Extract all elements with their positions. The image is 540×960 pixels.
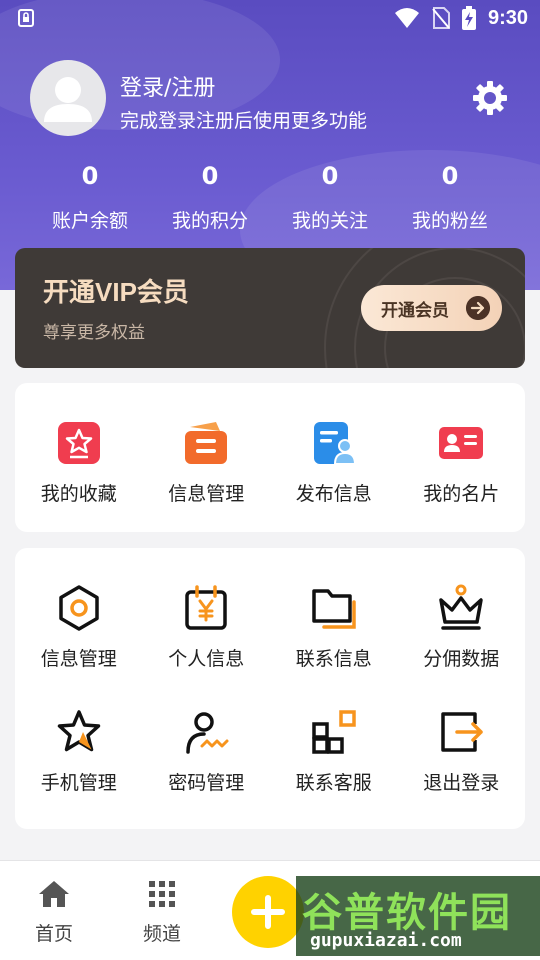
- tool-password-manage[interactable]: 密码管理: [143, 672, 271, 796]
- vip-banner[interactable]: 开通VIP会员 尊享更多权益 开通会员: [15, 248, 525, 368]
- tool-customer-service[interactable]: 联系客服: [270, 672, 398, 796]
- arrow-right-icon: [466, 296, 490, 320]
- tab-home[interactable]: 首页: [14, 879, 94, 946]
- grid-apps-icon: [312, 710, 356, 754]
- login-hint: 完成登录注册后使用更多功能: [120, 110, 368, 132]
- clock: 9:30: [487, 6, 528, 29]
- menu-label: 个人信息: [168, 648, 245, 670]
- open-vip-button[interactable]: 开通会员: [361, 285, 502, 331]
- open-vip-label: 开通会员: [381, 300, 449, 321]
- wifi-icon: [394, 8, 419, 28]
- logout-icon: [441, 712, 483, 752]
- stat-balance[interactable]: 0 账户余额: [30, 158, 150, 233]
- menu-label: 手机管理: [40, 772, 117, 794]
- menu-label: 联系客服: [295, 772, 372, 794]
- stat-label: 我的粉丝: [411, 210, 488, 232]
- gear-icon[interactable]: [470, 78, 510, 118]
- menu-my-favorites[interactable]: 我的收藏: [15, 383, 143, 506]
- lock-sim-icon: [18, 9, 34, 27]
- tab-label: 首页: [34, 923, 73, 945]
- stat-following[interactable]: 0 我的关注: [270, 158, 390, 233]
- menu-label: 退出登录: [423, 772, 500, 794]
- plus-icon: [251, 895, 285, 929]
- battery-charging-icon: [461, 6, 476, 30]
- signature-icon: [186, 712, 229, 754]
- stat-value: 0: [81, 162, 99, 190]
- crown-icon: [439, 584, 483, 630]
- tool-logout[interactable]: 退出登录: [398, 672, 526, 796]
- vip-title: 开通VIP会员: [43, 277, 189, 307]
- menu-label: 分佣数据: [423, 648, 500, 670]
- user-avatar-icon: [44, 77, 92, 122]
- watermark-overlay: 谷普软件园 gupuxiazai.com: [296, 876, 540, 956]
- menu-business-card[interactable]: 我的名片: [398, 383, 526, 506]
- avatar[interactable]: [30, 60, 106, 136]
- menu-label: 发布信息: [295, 483, 372, 505]
- profile-header: [0, 0, 540, 290]
- stat-label: 账户余额: [51, 210, 128, 232]
- quick-menu-card: 我的收藏 信息管理 发布信息 我的名片: [15, 383, 525, 532]
- home-icon: [39, 881, 69, 907]
- no-sim-icon: [432, 7, 450, 29]
- tools-menu-card: 信息管理 个人信息 联系信息 分佣数据 手机管理 密码管理 联系客服 退出登录: [15, 548, 525, 829]
- watermark-url: gupuxiazai.com: [310, 930, 462, 951]
- stat-value: 0: [201, 162, 219, 190]
- hexagon-icon: [59, 585, 99, 631]
- stat-value: 0: [321, 162, 339, 190]
- calendar-yen-icon: [185, 585, 227, 630]
- tool-phone-manage[interactable]: 手机管理: [15, 672, 143, 796]
- header-texture: [0, 0, 540, 290]
- menu-label: 密码管理: [168, 772, 245, 794]
- stats-row: 0 账户余额 0 我的积分 0 我的关注 0 我的粉丝: [0, 158, 540, 233]
- stat-points[interactable]: 0 我的积分: [150, 158, 270, 233]
- menu-label: 信息管理: [40, 648, 117, 670]
- menu-label: 我的收藏: [40, 483, 117, 505]
- stat-label: 我的积分: [171, 210, 248, 232]
- menu-publish-info[interactable]: 发布信息: [270, 383, 398, 506]
- folder-icon: [312, 589, 356, 629]
- favorite-star-icon: [57, 422, 100, 464]
- business-card-icon: [439, 427, 484, 459]
- status-bar: 9:30: [0, 0, 540, 36]
- star-outline-icon: [57, 710, 100, 752]
- vip-subtitle: 尊享更多权益: [43, 323, 145, 343]
- publish-doc-icon: [313, 422, 356, 465]
- stat-value: 0: [441, 162, 459, 190]
- login-register-link[interactable]: 登录/注册: [120, 70, 215, 102]
- menu-info-manage[interactable]: 信息管理: [143, 383, 271, 506]
- info-manage-icon: [185, 422, 228, 464]
- tool-info-manage[interactable]: 信息管理: [15, 548, 143, 672]
- menu-label: 联系信息: [295, 648, 372, 670]
- tool-contact-info[interactable]: 联系信息: [270, 548, 398, 672]
- grid-icon: [149, 881, 175, 907]
- tool-commission-data[interactable]: 分佣数据: [398, 548, 526, 672]
- tab-label: 频道: [142, 923, 181, 945]
- stat-fans[interactable]: 0 我的粉丝: [390, 158, 510, 233]
- tool-personal-info[interactable]: 个人信息: [143, 548, 271, 672]
- stat-label: 我的关注: [291, 210, 368, 232]
- tab-channel[interactable]: 频道: [122, 879, 202, 946]
- menu-label: 信息管理: [168, 483, 245, 505]
- publish-fab-button[interactable]: [232, 876, 304, 948]
- menu-label: 我的名片: [423, 483, 500, 505]
